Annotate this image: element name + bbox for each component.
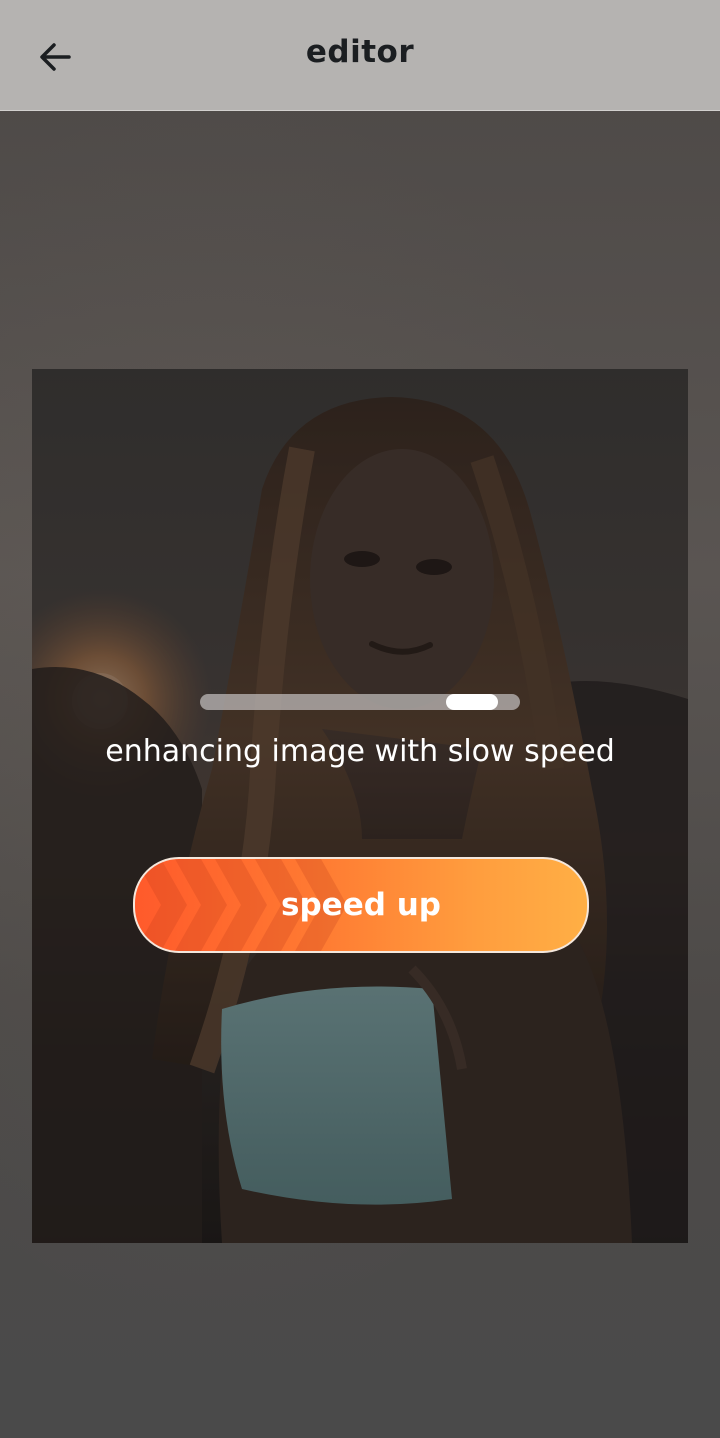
speed-up-label: speed up <box>281 887 441 923</box>
status-text: enhancing image with slow speed <box>105 734 615 769</box>
progress-bar-fill <box>446 694 498 710</box>
page-title: editor <box>305 34 415 70</box>
progress-bar <box>200 694 520 710</box>
speed-up-button[interactable]: speed up <box>133 857 589 953</box>
top-app-bar: editor <box>0 0 720 111</box>
app-screen: editor enhancing image with slow speed s… <box>0 0 720 1438</box>
photo-preview <box>32 369 688 1243</box>
photo-overlay <box>32 369 688 1243</box>
